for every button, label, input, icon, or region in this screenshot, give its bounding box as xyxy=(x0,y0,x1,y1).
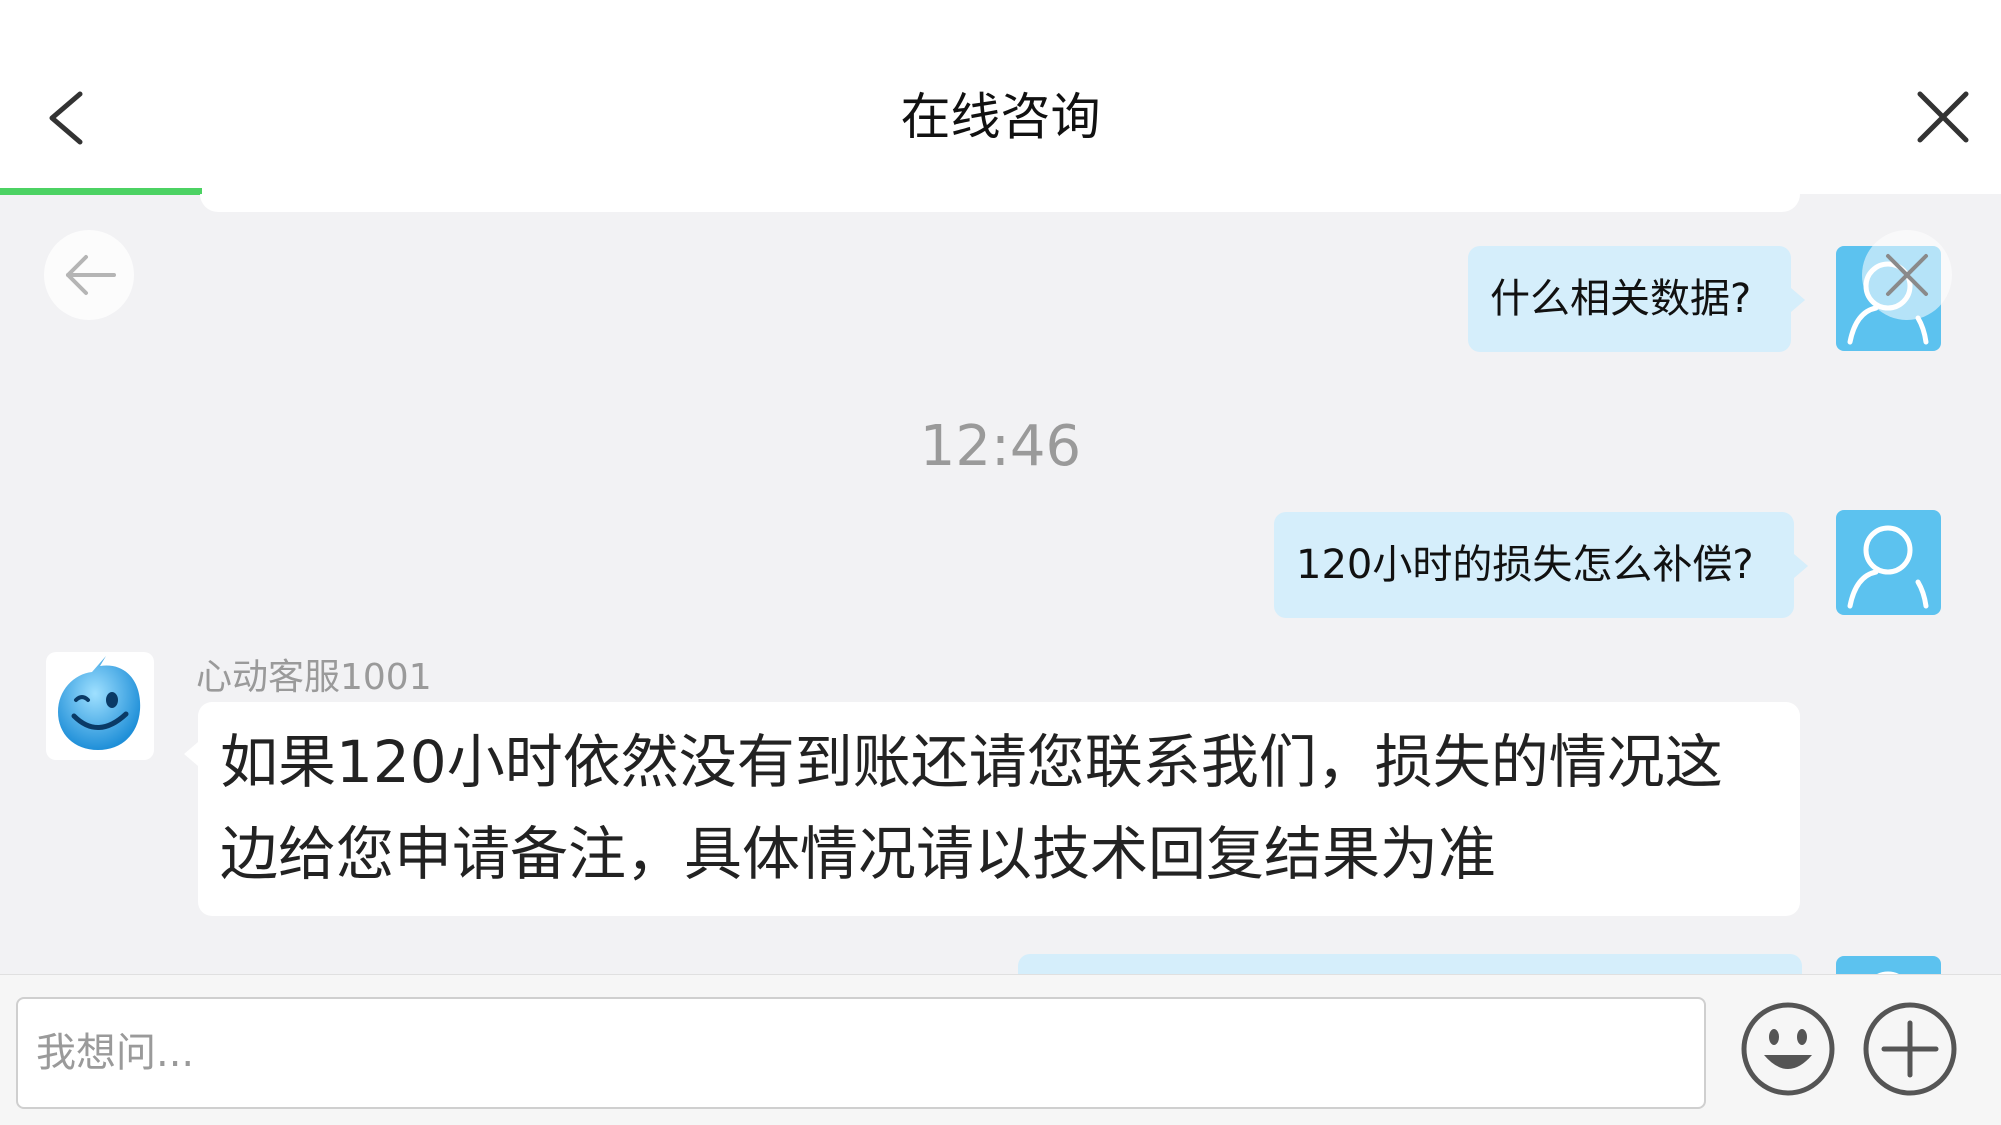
agent-name: 心动客服1001 xyxy=(196,657,432,698)
close-icon xyxy=(1917,91,1969,143)
chat-message-list[interactable]: 什么相关数据? 12:46 120小时的损失怎么补偿? 心动客服1001 如果1… xyxy=(0,194,2001,974)
more-options-button[interactable] xyxy=(1862,1001,1958,1097)
floating-close-button[interactable] xyxy=(1862,230,1952,320)
user-avatar[interactable] xyxy=(1836,510,1941,615)
message-text-line: 如果120小时依然没有到账还请您联系我们，损失的情况这 xyxy=(220,728,1723,796)
header: 在线咨询 xyxy=(0,0,2001,195)
incoming-message[interactable]: 如果120小时依然没有到账还请您联系我们，损失的情况这 边给您申请备注，具体情况… xyxy=(184,702,1800,916)
arrow-left-icon xyxy=(66,255,116,295)
message-text: 什么相关数据? xyxy=(1490,276,1752,322)
page-title: 在线咨询 xyxy=(900,88,1101,146)
close-icon xyxy=(1886,254,1928,296)
smiley-icon xyxy=(1741,1002,1835,1096)
chat-screen: 在线咨询 什么相关数据? 12:46 120小时的损失怎么补偿? 心动客服100… xyxy=(0,0,2001,1125)
plus-circle-icon xyxy=(1863,1002,1957,1096)
agent-avatar-icon xyxy=(58,656,141,750)
message-text-line: 边给您申请备注，具体情况请以技术回复结果为准 xyxy=(220,820,1497,888)
outgoing-message[interactable]: 120小时的损失怎么补偿? xyxy=(1274,512,1808,618)
user-avatar-icon xyxy=(1877,971,1899,974)
user-avatar-icon xyxy=(1847,525,1929,609)
message-text: 120小时的损失怎么补偿? xyxy=(1296,542,1754,588)
message-timestamp: 12:46 xyxy=(919,414,1082,479)
close-button[interactable] xyxy=(1908,82,1978,152)
message-input[interactable] xyxy=(16,997,1706,1109)
outgoing-message-partial[interactable] xyxy=(1018,954,1802,974)
user-avatar[interactable] xyxy=(1836,956,1941,974)
emoji-button[interactable] xyxy=(1740,1001,1836,1097)
message-bubble-partial xyxy=(200,194,1800,212)
outgoing-message[interactable]: 什么相关数据? xyxy=(1468,246,1806,352)
agent-avatar[interactable] xyxy=(46,652,154,760)
message-input-bar xyxy=(0,974,2001,1125)
floating-back-button[interactable] xyxy=(44,230,134,320)
